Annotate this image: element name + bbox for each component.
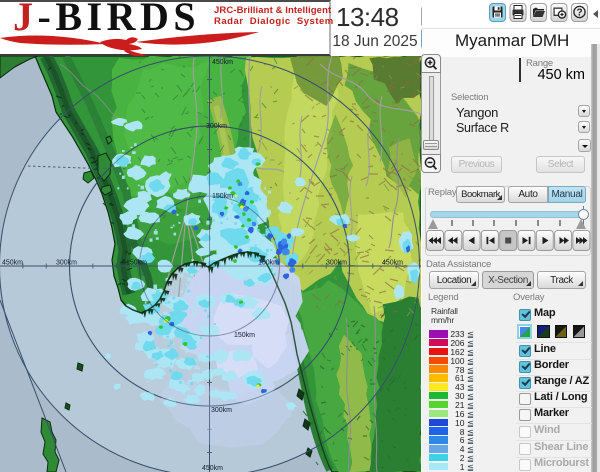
svg-text:150km: 150km — [126, 259, 147, 266]
svg-text:150km: 150km — [258, 259, 279, 266]
svg-text:450km: 450km — [212, 59, 233, 66]
svg-text:150km: 150km — [212, 193, 233, 200]
svg-text:?: ? — [576, 8, 582, 19]
svg-text:300km: 300km — [326, 259, 347, 266]
svg-text:450km: 450km — [202, 465, 223, 472]
svg-text:450km: 450km — [2, 259, 23, 266]
svg-text:450km: 450km — [382, 259, 403, 266]
svg-text:150km: 150km — [234, 332, 255, 339]
svg-text:300km: 300km — [206, 123, 227, 130]
svg-text:300km: 300km — [211, 407, 232, 414]
svg-text:300km: 300km — [56, 259, 77, 266]
